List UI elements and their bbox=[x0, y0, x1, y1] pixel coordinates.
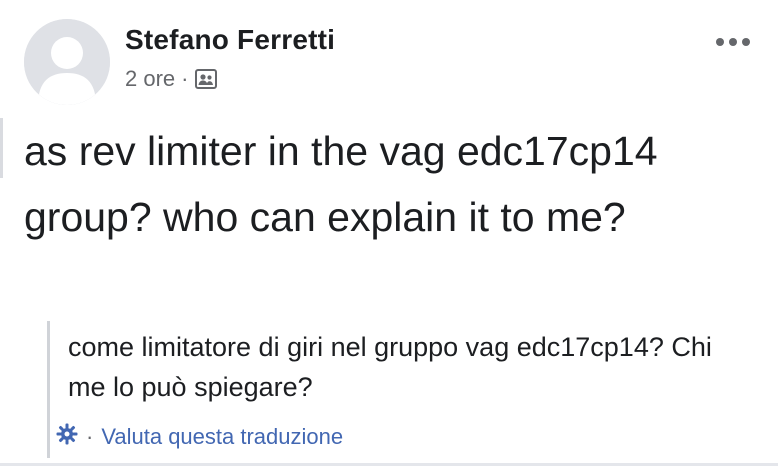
post-timestamp[interactable]: 2 ore bbox=[125, 66, 175, 92]
friends-audience-icon[interactable] bbox=[194, 67, 218, 91]
rate-separator: · bbox=[86, 424, 94, 449]
author-name[interactable]: Stefano Ferretti bbox=[125, 24, 335, 56]
avatar[interactable] bbox=[24, 19, 110, 105]
meta-separator: · bbox=[181, 66, 189, 91]
more-dots-icon bbox=[716, 38, 750, 46]
default-profile-icon bbox=[24, 19, 110, 105]
translation-text: come limitatore di giri nel gruppo vag e… bbox=[68, 332, 712, 402]
more-options-button[interactable] bbox=[712, 32, 754, 52]
divider bbox=[0, 118, 3, 178]
gear-icon[interactable] bbox=[56, 423, 78, 451]
rate-translation-row: · Valuta questa traduzione bbox=[56, 423, 343, 451]
post-meta: 2 ore · bbox=[125, 66, 218, 92]
facebook-post: Stefano Ferretti 2 ore · as rev limiter … bbox=[0, 0, 778, 466]
translation-block: come limitatore di giri nel gruppo vag e… bbox=[47, 321, 750, 458]
post-body-text: as rev limiter in the vag edc17cp14 grou… bbox=[24, 128, 658, 240]
rate-translation-link[interactable]: Valuta questa traduzione bbox=[101, 424, 343, 450]
